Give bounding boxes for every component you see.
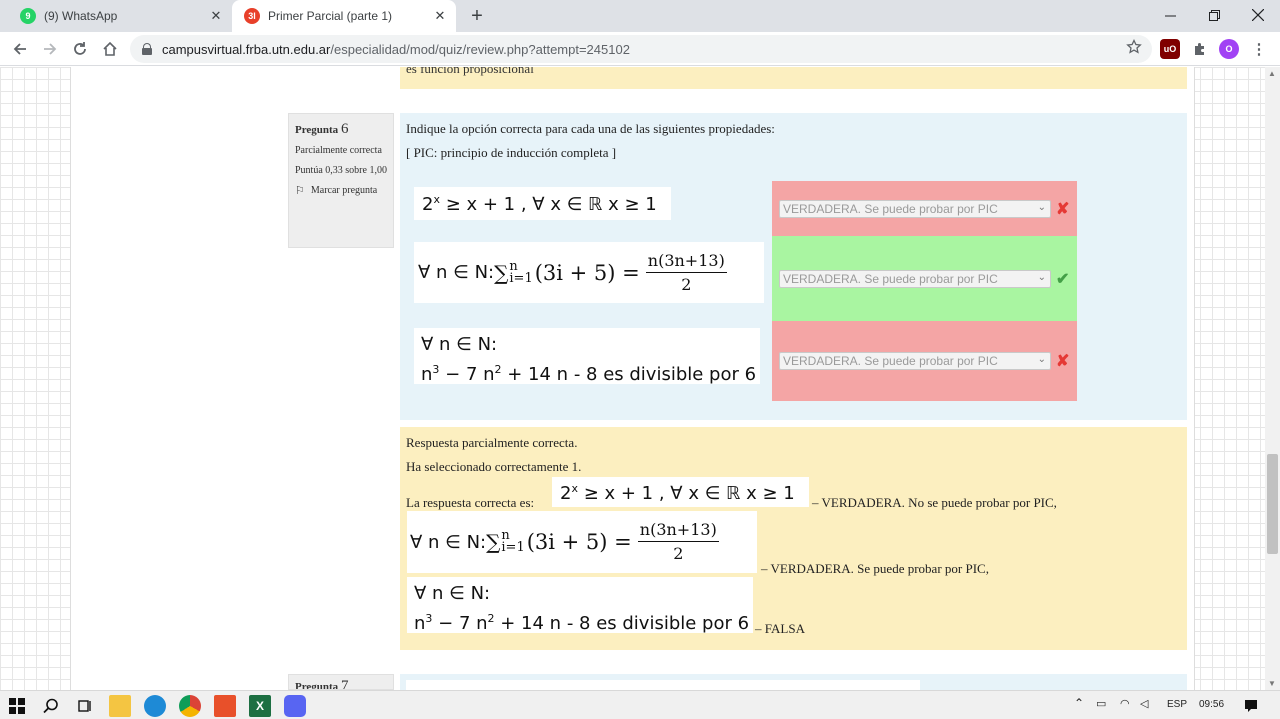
scrollbar-thumb[interactable] [1267, 454, 1278, 554]
tab-strip: 9 (9) WhatsApp ✕ 3l Primer Parcial (part… [0, 0, 1280, 32]
restore-button[interactable] [1192, 0, 1236, 30]
answer-cell-1: VERDADERA. Se puede probar por PIC ⌄ ✘ [772, 181, 1077, 236]
battery-icon[interactable]: ▭ [1096, 697, 1106, 710]
fraction: n(3n+13) 2 [645, 250, 727, 294]
reload-icon [74, 42, 86, 55]
chevron-down-icon: ⌄ [1037, 201, 1046, 213]
answer-select-2[interactable]: VERDADERA. Se puede probar por PIC ⌄ [779, 269, 1051, 288]
restore-icon [1208, 9, 1220, 21]
answer-cell-3: VERDADERA. Se puede probar por PIC ⌄ ✘ [772, 321, 1077, 401]
incorrect-icon: ✘ [1056, 353, 1070, 370]
feedback-stem-1: 2x ≥ x + 1 , ∀ x ∈ ℝ x ≥ 1 [552, 477, 809, 507]
question-info-box: Pregunta 6 Parcialmente correcta Puntúa … [288, 113, 394, 248]
minimize-icon [1164, 15, 1176, 16]
question-number: Pregunta 7 [295, 678, 349, 690]
arrow-right-icon [44, 43, 57, 55]
correct-check-icon: ✔ [1056, 270, 1070, 288]
excel-icon[interactable]: X [249, 695, 271, 717]
volume-icon[interactable]: ◁ [1140, 697, 1148, 710]
page-scrollbar[interactable]: ▲ ▼ [1265, 67, 1280, 690]
question-7-text-block [406, 680, 920, 690]
notifications-icon[interactable] [1240, 695, 1262, 717]
question-grade: Puntúa 0,33 sobre 1,00 [295, 165, 387, 176]
chevron-down-icon: ⌄ [1037, 271, 1046, 283]
summation: ∑ n i=1 (3i + 5) = [494, 258, 640, 286]
close-tab-icon[interactable]: ✕ [428, 4, 452, 28]
language-indicator[interactable]: ESP [1167, 699, 1187, 710]
flag-question-link[interactable]: ⚐ Marcar pregunta [295, 184, 387, 198]
profile-avatar[interactable]: O [1219, 39, 1239, 59]
windows-logo-icon [9, 698, 25, 714]
minimize-button[interactable] [1148, 0, 1192, 30]
windows-taskbar: X ⌃ ▭ ◠ ◁ ESP 09:56 [0, 690, 1280, 719]
browser-toolbar: campusvirtual.frba.utn.edu.ar/especialid… [0, 32, 1280, 66]
question-7-info-box: Pregunta 7 [288, 674, 394, 690]
url-path: /especialidad/mod/quiz/review.php?attemp… [330, 41, 630, 57]
tray-chevron-up-icon[interactable]: ⌃ [1074, 696, 1084, 710]
feedback-stem-2: ∀ n ∈ N: ∑ n i=1 (3i + 5) = n(3n+13) 2 [407, 511, 757, 573]
incorrect-icon: ✘ [1056, 200, 1070, 218]
scroll-up-arrow-icon[interactable]: ▲ [1268, 69, 1276, 78]
home-button[interactable] [96, 35, 124, 63]
close-tab-icon[interactable]: ✕ [204, 4, 228, 28]
answer-select-1[interactable]: VERDADERA. Se puede probar por PIC ⌄ [779, 199, 1051, 218]
pdf-app-icon[interactable] [214, 695, 236, 717]
address-bar[interactable]: campusvirtual.frba.utn.edu.ar/especialid… [130, 35, 1152, 63]
answer-cell-2: VERDADERA. Se puede probar por PIC ⌄ ✔ [772, 236, 1077, 321]
extensions-puzzle-icon[interactable] [1190, 39, 1210, 59]
campus-favicon-icon: 3l [244, 8, 260, 24]
question-text: Indique la opción correcta para cada una… [406, 121, 775, 136]
task-view-icon [78, 700, 91, 712]
clock[interactable]: 09:56 [1199, 699, 1224, 710]
feedback-answer-2: – VERDADERA. Se puede probar por PIC, [761, 561, 989, 576]
previous-question-feedback: es función proposicional [400, 67, 1187, 89]
wifi-icon[interactable]: ◠ [1120, 697, 1130, 710]
tab-primer-parcial[interactable]: 3l Primer Parcial (parte 1) ✕ [232, 0, 456, 32]
scroll-down-arrow-icon[interactable]: ▼ [1268, 679, 1276, 688]
stem-1: 2x ≥ x + 1 , ∀ x ∈ ℝ x ≥ 1 [414, 187, 671, 220]
start-button[interactable] [6, 695, 28, 717]
search-icon [43, 698, 58, 714]
question-state: Parcialmente correcta [295, 145, 382, 156]
ublock-extension-icon[interactable]: uO [1160, 39, 1180, 59]
flag-icon: ⚐ [295, 185, 305, 197]
feedback-stem-3: ∀ n ∈ N: n3 − 7 n2 + 14 n - 8 es divisib… [407, 577, 753, 634]
feedback-answer-1: – VERDADERA. No se puede probar por PIC, [812, 495, 1057, 510]
flag-label: Marcar pregunta [310, 185, 378, 196]
feedback-text: es función proposicional [406, 67, 534, 76]
bookmark-star-icon[interactable] [1126, 39, 1142, 55]
feedback-correct-count: Ha seleccionado correctamente 1. [406, 459, 582, 474]
question-number: Pregunta 6 [295, 121, 349, 137]
close-window-button[interactable] [1236, 0, 1280, 30]
discord-icon[interactable] [284, 695, 306, 717]
tab-whatsapp[interactable]: 9 (9) WhatsApp ✕ [8, 0, 232, 32]
feedback-answer-3: – FALSA [755, 621, 805, 636]
lock-icon [142, 43, 152, 55]
edge-browser-icon[interactable] [144, 695, 166, 717]
chrome-browser-icon[interactable] [179, 695, 201, 717]
back-button[interactable] [6, 35, 34, 63]
search-button[interactable] [40, 695, 62, 717]
stem-2: ∀ n ∈ N: ∑ n i=1 (3i + 5) = n(3n+13) 2 [414, 242, 764, 303]
tab-title: Primer Parcial (parte 1) [268, 9, 393, 23]
task-view-button[interactable] [74, 695, 96, 717]
home-icon [103, 41, 117, 56]
stem-3: ∀ n ∈ N: n3 − 7 n2 + 14 n - 8 es divisib… [414, 328, 760, 385]
feedback-summary: Respuesta parcialmente correcta. [406, 435, 578, 450]
close-icon [1252, 9, 1264, 21]
url-host: campusvirtual.frba.utn.edu.ar [162, 41, 331, 57]
whatsapp-favicon-icon: 9 [20, 8, 36, 24]
file-explorer-icon[interactable] [109, 695, 131, 717]
new-tab-button[interactable]: + [464, 4, 490, 28]
arrow-left-icon [13, 43, 26, 55]
tab-title: (9) WhatsApp [44, 9, 118, 23]
question-text-note: [ PIC: principio de inducción completa ] [406, 145, 617, 160]
answer-select-3[interactable]: VERDADERA. Se puede probar por PIC ⌄ [779, 352, 1051, 370]
forward-button[interactable] [36, 35, 64, 63]
feedback-right-answer-label: La respuesta correcta es: [406, 495, 535, 510]
reload-button[interactable] [66, 35, 94, 63]
chevron-down-icon: ⌄ [1037, 354, 1046, 365]
menu-kebab-icon[interactable]: ⋮ [1249, 39, 1269, 59]
